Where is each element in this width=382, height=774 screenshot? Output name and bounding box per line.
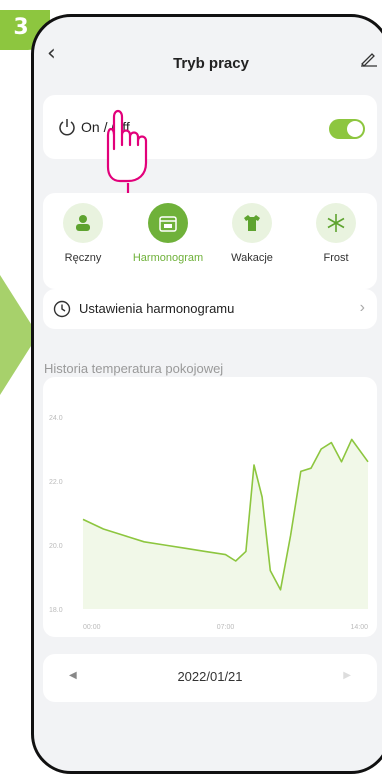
date-label: 2022/01/21: [177, 669, 243, 684]
mode-manual[interactable]: Ręczny: [46, 203, 120, 285]
header: ‹ Tryb pracy: [34, 17, 382, 97]
mode-label: Harmonogram: [132, 252, 204, 264]
triangle-right-icon[interactable]: ▶: [343, 670, 351, 681]
power-toggle[interactable]: [329, 119, 365, 139]
calendar-icon: [148, 203, 188, 243]
tshirt-icon: [232, 203, 272, 243]
x-tick-label: 07:00: [217, 624, 235, 631]
schedule-settings-row[interactable]: Ustawienia harmonogramu ›: [43, 289, 377, 329]
page-title: Tryb pracy: [173, 55, 249, 72]
y-tick-label: 18.0: [49, 607, 63, 614]
mode-vacation[interactable]: Wakacje: [215, 203, 289, 285]
chevron-right-icon: ›: [359, 299, 365, 316]
x-tick-label: 00:00: [83, 624, 101, 631]
temperature-chart: 24.0 22.0 20.0 18.0 00:00 07:00 14:00: [43, 377, 377, 637]
date-navigator: ◀ 2022/01/21 ▶: [43, 654, 377, 702]
mode-selector: Ręczny Harmonogram Wakacje Frost: [43, 193, 377, 289]
pointing-hand-icon: [106, 109, 148, 193]
x-tick-label: 14:00: [350, 624, 368, 631]
clock-icon: [53, 300, 71, 318]
history-title: Historia temperatura pokojowej: [44, 361, 224, 376]
phone-frame: ‹ Tryb pracy On / Off Ręczny Harmonogram: [31, 14, 382, 774]
schedule-label: Ustawienia harmonogramu: [79, 301, 235, 316]
power-icon: [59, 119, 75, 136]
power-card: On / Off: [43, 95, 377, 159]
temperature-chart-svg: 24.0 22.0 20.0 18.0 00:00 07:00 14:00: [49, 415, 369, 631]
mode-label: Wakacje: [231, 252, 273, 264]
snowflake-icon: [316, 203, 356, 243]
y-tick-label: 22.0: [49, 479, 63, 486]
mode-label: Frost: [323, 252, 349, 264]
pencil-icon[interactable]: [360, 49, 378, 67]
person-icon: [63, 203, 103, 243]
y-tick-label: 24.0: [49, 415, 63, 422]
y-tick-label: 20.0: [49, 543, 63, 550]
mode-schedule[interactable]: Harmonogram: [131, 203, 205, 285]
series-area: [83, 439, 368, 609]
toggle-knob: [347, 121, 363, 137]
mode-frost[interactable]: Frost: [299, 203, 373, 285]
mode-label: Ręczny: [64, 252, 102, 264]
